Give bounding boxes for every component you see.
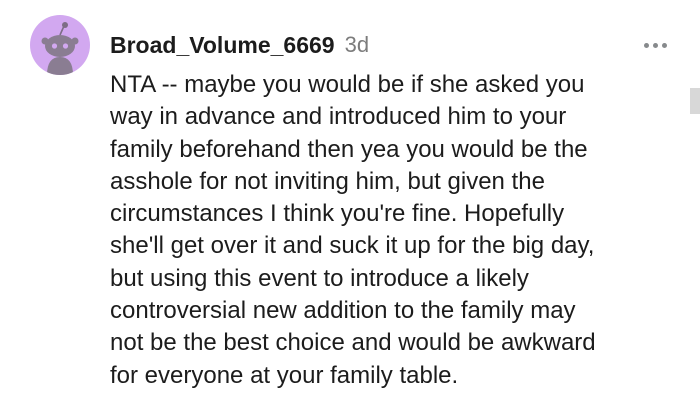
comment-text-line: circumstances I think you're fine. Hopef… [110, 200, 565, 228]
comment-text-line: not be the best choice and would be awkw… [110, 329, 596, 357]
timestamp: 3d [344, 32, 370, 57]
avatar[interactable] [30, 15, 90, 75]
scrollbar-thumb[interactable] [690, 88, 700, 114]
more-options-icon [642, 42, 669, 48]
comment-text-line: way in advance and introduced him to you… [110, 103, 567, 131]
dot [661, 42, 667, 48]
snoo-avatar-icon [41, 22, 79, 75]
comment-text-line: controversial new addition to the family… [110, 297, 576, 325]
comment-text-line: NTA -- maybe you would be if she asked y… [110, 71, 585, 98]
comment-meta: Broad_Volume_6669 3d [110, 30, 369, 60]
dot [643, 42, 649, 48]
comment: Broad_Volume_6669 3d NTA -- maybe you wo… [0, 0, 700, 414]
comment-text-line: family beforehand then yea you would be … [110, 135, 588, 163]
comment-text-line: but using this event to introduce a like… [110, 264, 529, 292]
comment-text-line: for everyone at your family table. [110, 361, 459, 389]
comment-body: NTA -- maybe you would be if she asked y… [110, 69, 680, 392]
comment-text-line: asshole for not inviting him, but given … [110, 167, 545, 195]
dot [652, 42, 658, 48]
more-options-button[interactable] [640, 30, 670, 60]
comment-text-line: she'll get over it and suck it up for th… [110, 232, 595, 260]
username[interactable]: Broad_Volume_6669 [110, 32, 335, 59]
